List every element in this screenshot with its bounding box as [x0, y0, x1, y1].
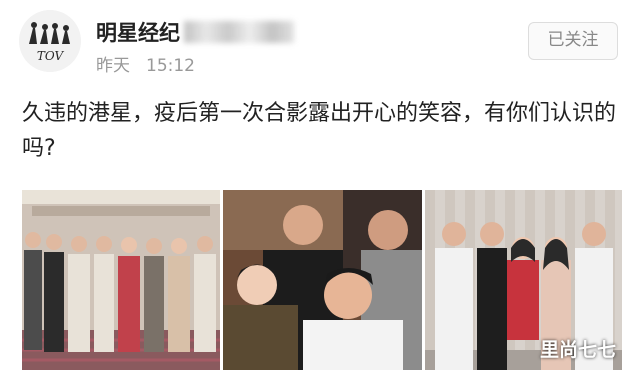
follow-button[interactable]: 已关注 [528, 22, 618, 60]
group-photo-hallway-image [22, 190, 220, 370]
avatar-logo-icon: TOV [19, 10, 81, 72]
selfie-photo-image [223, 190, 422, 370]
svg-text:TOV: TOV [37, 49, 65, 63]
timestamp-day: 昨天 [96, 56, 130, 76]
avatar[interactable]: TOV [19, 10, 81, 72]
username-blur-mask [184, 21, 294, 43]
post-text: 久违的港星，疫后第一次合影露出开心的笑容，有你们认识的吗? [22, 101, 617, 161]
username-text: 明星经纪 [96, 21, 180, 45]
post-meta: 昨天 15:12 [96, 51, 195, 76]
selfie-photo[interactable] [223, 190, 422, 370]
timestamp-time: 15:12 [146, 56, 195, 76]
watermark: 里尚七七 [540, 339, 617, 361]
group-photo-hallway[interactable] [22, 190, 220, 370]
username[interactable]: 明星经纪 [96, 17, 294, 47]
